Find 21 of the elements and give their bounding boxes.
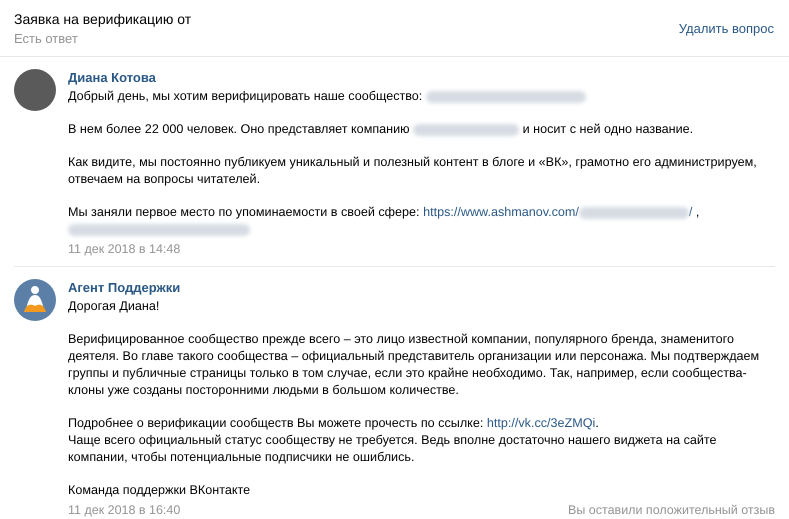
request-title: Заявка на верификацию от [14, 10, 192, 29]
message-paragraph: Дорогая Диана! [68, 298, 160, 315]
message-paragraph: Команда поддержки ВКонтакте [68, 482, 252, 499]
author-name-link[interactable]: Диана Котова [68, 69, 156, 87]
message-paragraph: Добрый день, мы хотим верифицировать наше сообщество: [68, 88, 775, 105]
meditating-figure-avatar-icon[interactable] [14, 279, 56, 321]
message-link[interactable]: / [688, 205, 692, 219]
avatar-photo-placeholder[interactable] [14, 69, 56, 111]
message-paragraph: Мы заняли первое место по упоминаемости в своей сфере: https://www.ashmanov.com/ / , [68, 204, 775, 238]
message-link[interactable]: https://www.ashmanov.com/ [423, 205, 579, 219]
feedback-note: Вы оставили положительный отзыв [568, 502, 775, 519]
message-date: 11 дек 2018 в 16:40 [68, 502, 180, 519]
message-paragraph: Как видите, мы постоянно публикуем уникальный и полезный контент в блоге и «ВК», грамотно его администрируем, отвечаем на вопросы читателей. [68, 154, 758, 188]
message-paragraph: Подробнее о верификации сообществ Вы можете прочесть по ссылке: http://vk.cc/3eZMQi. Чаще всего официальный статус сообществу не требуется. Ведь вполне достаточно нашего виджета на сайте компании, чтобы потенциальные подписчики не ошиблись. [68, 415, 718, 466]
status-label: Есть ответ [14, 30, 79, 48]
author-name-link[interactable]: Агент Поддержки [68, 279, 180, 297]
message-link[interactable]: http://vk.cc/3eZMQi [486, 416, 596, 430]
message-paragraph: Верифицированное сообщество прежде всего – это лицо известной компании, популярного бренда, знаменитого деятеля. Во главе такого сообщества – официальный представитель организации или персонажа. Мы подтверждаем группы и публичные страницы только в том случае, если это крайне необходимо. Так, например, если сообщества-клоны уже созданы посторонними людьми в большом количестве. [68, 331, 760, 399]
message-paragraph: В нем более 22 000 человек. Оно представляет компанию и носит с ней одно название. [68, 121, 694, 138]
delete-question-link[interactable]: Удалить вопрос [678, 19, 774, 38]
message-date: 11 дек 2018 в 14:48 [68, 241, 180, 258]
